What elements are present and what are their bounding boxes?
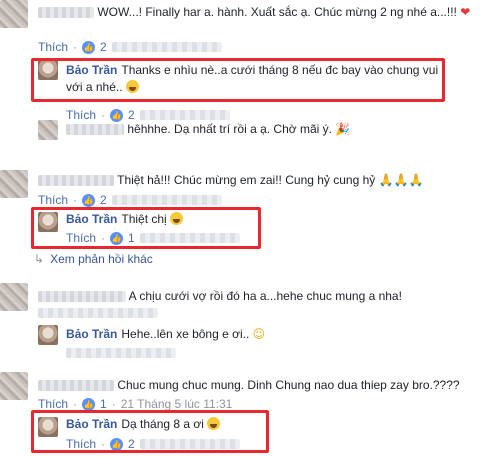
- reply-arrow-icon: ↳: [34, 252, 45, 266]
- blurred-actions: [38, 308, 158, 318]
- like-button[interactable]: Thích: [38, 397, 68, 411]
- comment-actions: [38, 308, 158, 318]
- avatar[interactable]: [38, 325, 58, 345]
- blurred-author-name[interactable]: [38, 7, 94, 19]
- party-popper-icon: 🎉: [335, 122, 351, 136]
- like-thumb-icon[interactable]: 👍: [82, 40, 96, 54]
- author-name[interactable]: Bảo Trần: [66, 327, 117, 341]
- like-thumb-icon[interactable]: 👍: [110, 108, 124, 122]
- praying-hands-icon: 🙏🙏🙏: [378, 173, 424, 187]
- comment-actions: Thích · 👍 2: [38, 40, 222, 54]
- highlight-box: [31, 410, 269, 453]
- reply-text: hêhhhe. Dạ nhất trí rồi a ạ. Chờ mãi ý.: [127, 122, 332, 136]
- reply-row: hêhhhe. Dạ nhất trí rồi a ạ. Chờ mãi ý. …: [66, 122, 350, 137]
- like-button[interactable]: Thích: [38, 40, 68, 54]
- timestamp-link[interactable]: 21 Tháng 5 lúc 11:31: [121, 397, 233, 411]
- like-button[interactable]: Thích: [66, 108, 96, 122]
- blurred-timestamp: [139, 110, 230, 120]
- comment-text: A chịu cưới vợ rồi đó ha a...hehe chuc m…: [128, 289, 402, 303]
- separator-dot: ·: [101, 108, 106, 122]
- smiling-emoji-icon: ☺: [252, 327, 266, 341]
- reply-row: Bảo Trần Hehe..lên xe bông e ơi.. ☺: [66, 327, 265, 342]
- reply-text: Hehe..lên xe bông e ơi..: [121, 327, 250, 341]
- see-more-replies-link[interactable]: ↳ Xem phản hồi khác: [34, 252, 153, 266]
- highlight-box: [31, 207, 261, 249]
- avatar[interactable]: [38, 120, 58, 140]
- see-more-replies-label[interactable]: Xem phản hồi khác: [50, 252, 153, 266]
- like-count[interactable]: 1: [100, 397, 107, 411]
- comment-actions: Thích · 👍 1 · 21 Tháng 5 lúc 11:31: [38, 397, 232, 411]
- highlight-box: [31, 58, 445, 102]
- blurred-author-name[interactable]: [38, 380, 114, 392]
- like-thumb-icon[interactable]: 👍: [82, 193, 96, 207]
- separator-dot: ·: [111, 397, 116, 411]
- separator-dot: ·: [73, 193, 78, 207]
- comment-text: Chuc mung chuc mung. Dinh Chung nao dua …: [117, 378, 460, 392]
- like-count[interactable]: 2: [100, 193, 107, 207]
- avatar[interactable]: [0, 283, 28, 311]
- blurred-actions: [66, 348, 176, 358]
- blurred-author-name[interactable]: [66, 124, 124, 136]
- avatar[interactable]: [0, 170, 28, 198]
- comment-actions: Thích · 👍 2: [38, 193, 222, 207]
- like-count[interactable]: 2: [100, 40, 107, 54]
- comment-row: A chịu cưới vợ rồi đó ha a...hehe chuc m…: [38, 289, 402, 304]
- like-count[interactable]: 2: [128, 108, 135, 122]
- comment-row: Thiệt hả!!! Chúc mừng em zai!! Cung hỷ c…: [38, 173, 423, 188]
- blurred-author-name[interactable]: [38, 175, 114, 187]
- blurred-timestamp: [111, 42, 222, 52]
- reply-actions: [66, 348, 176, 358]
- blurred-author-name[interactable]: [38, 291, 126, 303]
- separator-dot: ·: [73, 397, 78, 411]
- avatar[interactable]: [0, 0, 28, 28]
- like-thumb-icon[interactable]: 👍: [82, 397, 96, 411]
- comment-text: WOW...! Finally har a. hành. Xuất sắc ạ.…: [97, 5, 457, 19]
- reply-actions: Thích · 👍 2: [66, 108, 230, 122]
- heart-icon: ❤: [460, 5, 471, 19]
- like-button[interactable]: Thích: [38, 193, 68, 207]
- comment-row: Chuc mung chuc mung. Dinh Chung nao dua …: [38, 378, 460, 393]
- blurred-timestamp: [111, 195, 222, 205]
- comment-row: WOW...! Finally har a. hành. Xuất sắc ạ.…: [38, 5, 470, 20]
- avatar[interactable]: [0, 372, 28, 400]
- comment-text: Thiệt hả!!! Chúc mừng em zai!! Cung hỷ c…: [117, 173, 376, 187]
- separator-dot: ·: [73, 40, 78, 54]
